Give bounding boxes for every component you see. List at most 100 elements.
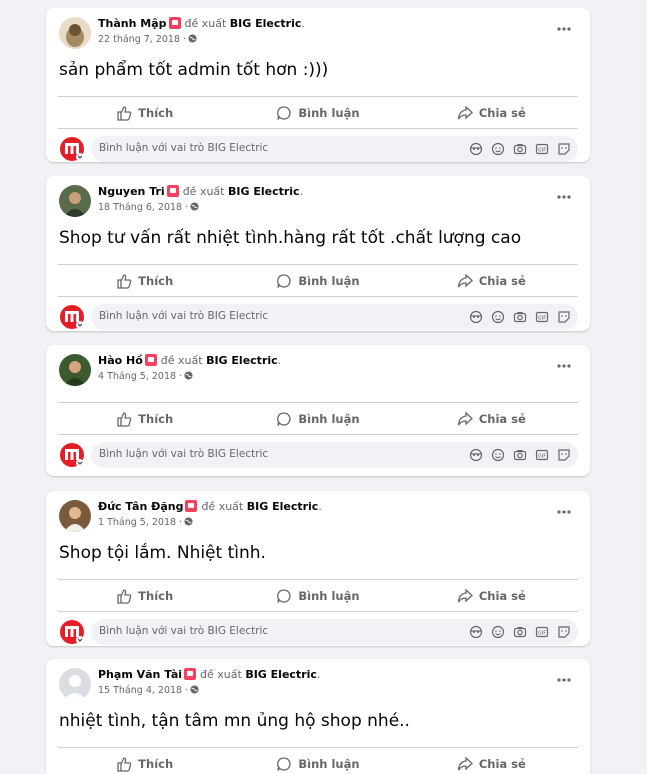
author-name[interactable]: Đức Tân Đặng <box>98 500 183 513</box>
comment-label: Bình luận <box>298 588 360 603</box>
comment-input[interactable]: Bình luận với vai trò BIG Electric GIF <box>91 619 578 645</box>
share-button[interactable]: Chia sẻ <box>405 748 578 774</box>
share-button[interactable]: Chia sẻ <box>405 265 578 296</box>
comment-button[interactable]: Bình luận <box>231 265 404 296</box>
post-date[interactable]: 15 Tháng 4, 2018 <box>98 685 182 696</box>
like-button[interactable]: Thích <box>58 97 231 128</box>
review-card: Phạm Văn Tài đề xuất BIG Electric. 15 Thá… <box>46 659 590 774</box>
date-line: 15 Tháng 4, 2018 · <box>98 685 199 697</box>
more-options-icon[interactable] <box>556 189 572 205</box>
avatar[interactable] <box>59 17 91 49</box>
comment-icon <box>277 105 292 120</box>
sticker-icon[interactable] <box>556 309 572 325</box>
sticker-icon[interactable] <box>556 624 572 640</box>
recommend-label: đề xuất <box>160 354 203 367</box>
review-card: Nguyen Tri đề xuất BIG Electric. 18 Tháng… <box>46 176 590 331</box>
recommend-badge-icon <box>144 354 157 366</box>
sticker-icon[interactable] <box>556 447 572 463</box>
avatar-sticker-icon[interactable] <box>468 624 484 640</box>
post-date[interactable]: 4 Tháng 5, 2018 <box>98 371 176 382</box>
action-bar: Thích Bình luận Chia sẻ <box>58 96 578 129</box>
review-header: Thành Mập đề xuất BIG Electric. 22 tháng … <box>46 8 590 58</box>
comment-tools: GIF <box>462 141 572 157</box>
page-name-link[interactable]: BIG Electric <box>228 185 300 198</box>
comment-icon <box>277 588 292 603</box>
comment-button[interactable]: Bình luận <box>231 580 404 611</box>
avatar-sticker-icon[interactable] <box>468 447 484 463</box>
page-name-link[interactable]: BIG Electric <box>230 17 302 30</box>
comment-input[interactable]: Bình luận với vai trò BIG Electric GIF <box>91 442 578 468</box>
page-logo-avatar <box>59 136 85 162</box>
author-name[interactable]: Nguyen Tri <box>98 185 165 198</box>
page-name-link[interactable]: BIG Electric <box>245 668 317 681</box>
like-button[interactable]: Thích <box>58 265 231 296</box>
gif-icon[interactable]: GIF <box>534 447 550 463</box>
author-line: Nguyen Tri đề xuất BIG Electric. <box>98 185 304 198</box>
share-button[interactable]: Chia sẻ <box>405 580 578 611</box>
share-label: Chia sẻ <box>478 273 526 288</box>
share-button[interactable]: Chia sẻ <box>405 97 578 128</box>
author-name[interactable]: Hào Hồ <box>98 354 143 367</box>
recommend-label: đề xuất <box>184 17 227 30</box>
avatar-sticker-icon[interactable] <box>468 141 484 157</box>
comment-input[interactable]: Bình luận với vai trò BIG Electric GIF <box>91 304 578 330</box>
comment-tools: GIF <box>462 447 572 463</box>
more-options-icon[interactable] <box>556 672 572 688</box>
more-options-icon[interactable] <box>556 21 572 37</box>
page-name-link[interactable]: BIG Electric <box>247 500 319 513</box>
avatar[interactable] <box>59 354 91 386</box>
camera-icon[interactable] <box>512 141 528 157</box>
comment-button[interactable]: Bình luận <box>231 403 404 434</box>
share-icon <box>457 273 473 287</box>
svg-text:GIF: GIF <box>538 316 546 322</box>
like-label: Thích <box>138 105 174 120</box>
camera-icon[interactable] <box>512 309 528 325</box>
like-icon <box>117 756 132 772</box>
avatar-sticker-icon[interactable] <box>468 309 484 325</box>
share-label: Chia sẻ <box>478 756 526 771</box>
emoji-icon[interactable] <box>490 447 506 463</box>
like-label: Thích <box>138 588 174 603</box>
gif-icon[interactable]: GIF <box>534 141 550 157</box>
author-name[interactable]: Phạm Văn Tài <box>98 668 182 681</box>
comment-composer: Bình luận với vai trò BIG Electric GIF <box>46 129 590 169</box>
like-label: Thích <box>138 756 174 771</box>
more-options-icon[interactable] <box>556 504 572 520</box>
camera-icon[interactable] <box>512 624 528 640</box>
svg-text:GIF: GIF <box>538 454 546 460</box>
avatar[interactable] <box>59 500 91 532</box>
review-card: Thành Mập đề xuất BIG Electric. 22 tháng … <box>46 8 590 162</box>
page-logo-avatar <box>59 442 85 468</box>
like-label: Thích <box>138 273 174 288</box>
gif-icon[interactable]: GIF <box>534 624 550 640</box>
camera-icon[interactable] <box>512 447 528 463</box>
share-icon <box>457 756 473 770</box>
gif-icon[interactable]: GIF <box>534 309 550 325</box>
post-date[interactable]: 1 Tháng 5, 2018 <box>98 517 176 528</box>
svg-text:GIF: GIF <box>538 631 546 637</box>
comment-input[interactable]: Bình luận với vai trò BIG Electric GIF <box>91 136 578 162</box>
share-button[interactable]: Chia sẻ <box>405 403 578 434</box>
emoji-icon[interactable] <box>490 624 506 640</box>
more-options-icon[interactable] <box>556 358 572 374</box>
recommend-label: đề xuất <box>182 185 225 198</box>
avatar[interactable] <box>59 668 91 700</box>
emoji-icon[interactable] <box>490 141 506 157</box>
like-button[interactable]: Thích <box>58 403 231 434</box>
emoji-icon[interactable] <box>490 309 506 325</box>
comment-tools: GIF <box>462 624 572 640</box>
comment-placeholder: Bình luận với vai trò BIG Electric <box>99 625 269 637</box>
like-button[interactable]: Thích <box>58 748 231 774</box>
post-date[interactable]: 22 tháng 7, 2018 <box>98 34 180 45</box>
page-name-link[interactable]: BIG Electric <box>206 354 278 367</box>
author-name[interactable]: Thành Mập <box>98 17 167 30</box>
post-date[interactable]: 18 Tháng 6, 2018 <box>98 202 182 213</box>
comment-button[interactable]: Bình luận <box>231 748 404 774</box>
globe-icon <box>190 685 199 694</box>
avatar[interactable] <box>59 185 91 217</box>
comment-button[interactable]: Bình luận <box>231 97 404 128</box>
date-line: 4 Tháng 5, 2018 · <box>98 371 193 383</box>
like-icon <box>117 105 132 121</box>
sticker-icon[interactable] <box>556 141 572 157</box>
like-button[interactable]: Thích <box>58 580 231 611</box>
